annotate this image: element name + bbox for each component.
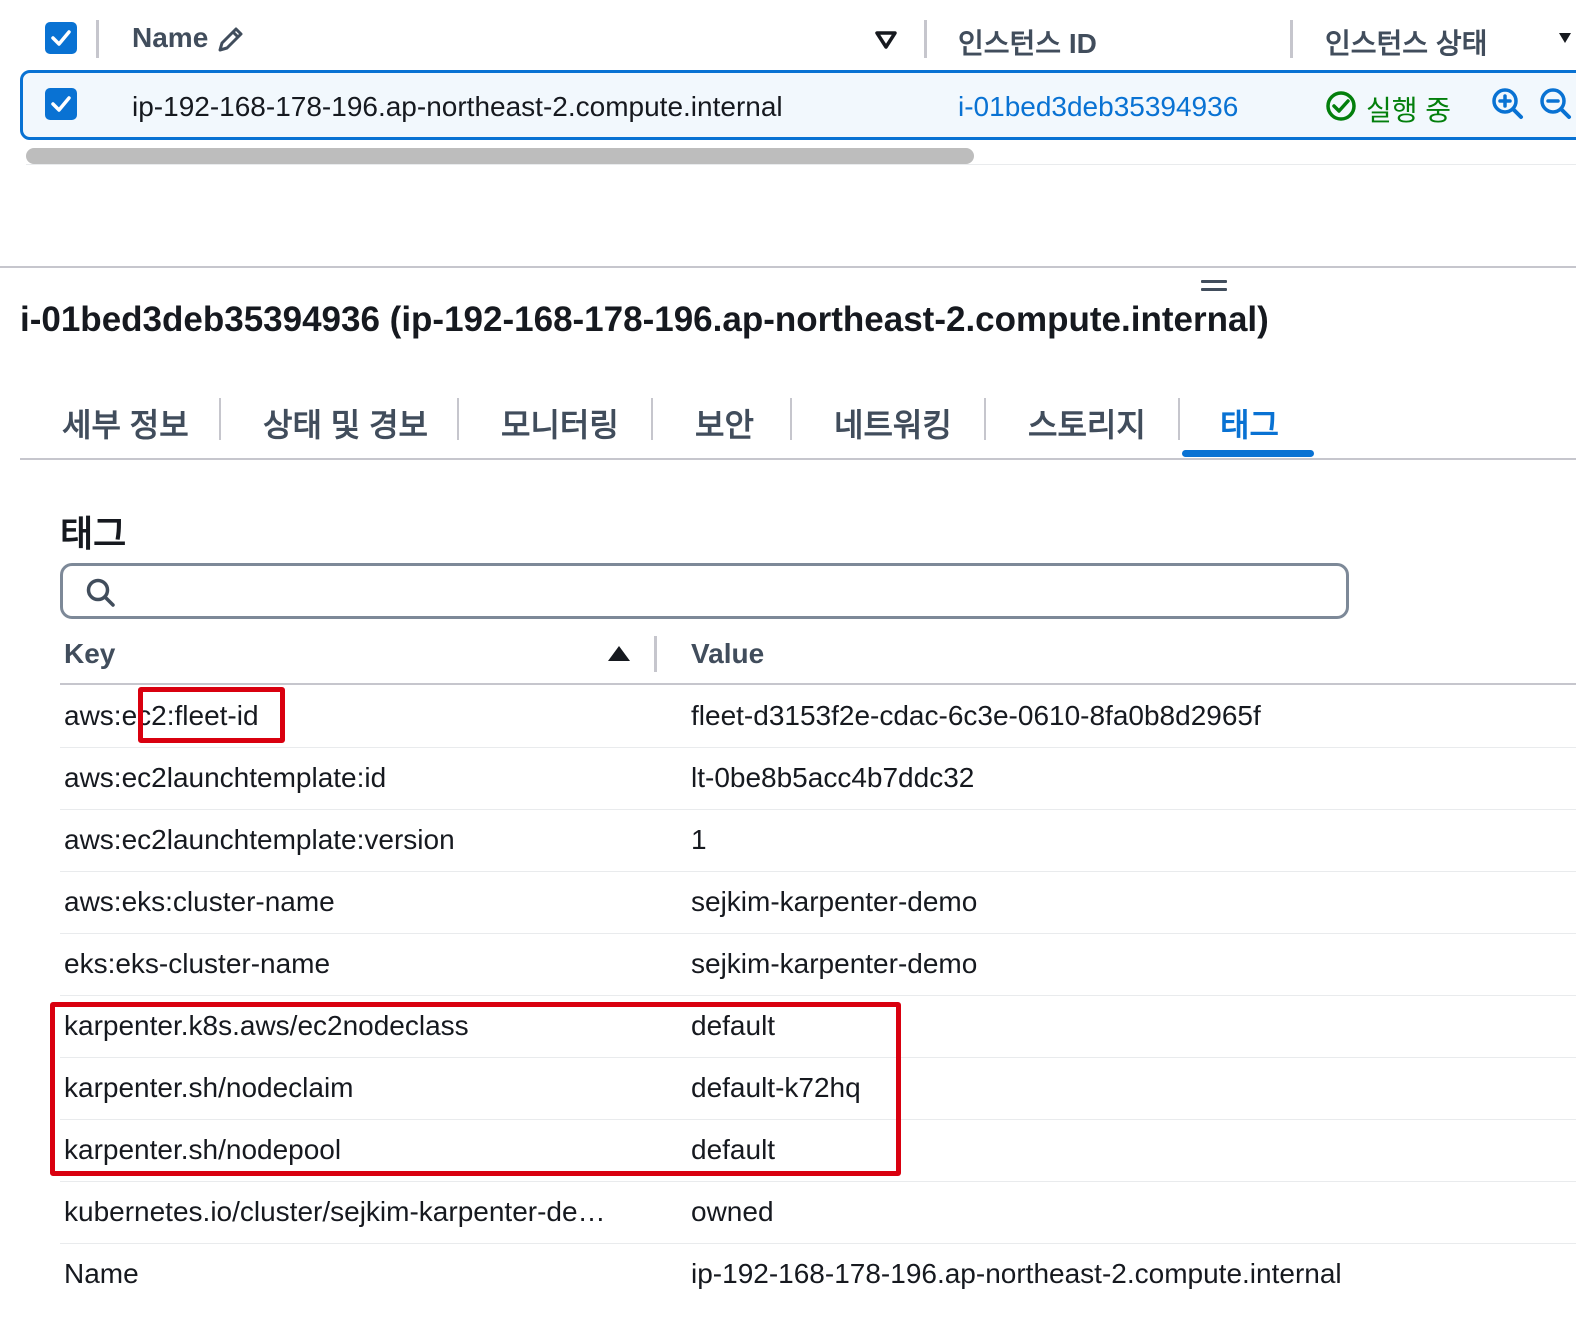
tag-value: lt-0be8b5acc4b7ddc32 <box>691 762 975 793</box>
table-row: kubernetes.io/cluster/sejkim-karpenter-d… <box>60 1182 1576 1244</box>
table-row: aws:ec2launchtemplate:version 1 <box>60 810 1576 872</box>
select-all-checkbox[interactable] <box>45 22 77 54</box>
instance-state-text: 실행 중 <box>1366 95 1452 126</box>
tab-divider <box>1178 398 1180 440</box>
zoom-out-icon[interactable] <box>1538 86 1574 122</box>
column-header-instance-id[interactable]: 인스턴스 ID <box>958 22 1097 62</box>
tag-value: fleet-d3153f2e-cdac-6c3e-0610-8fa0b8d296… <box>691 700 1261 731</box>
tags-search-input[interactable] <box>60 563 1349 619</box>
column-divider <box>1290 20 1293 58</box>
zoom-in-icon[interactable] <box>1490 86 1526 122</box>
table-row: aws:ec2:fleet-id fleet-d3153f2e-cdac-6c3… <box>60 686 1576 748</box>
tab-storage[interactable]: 스토리지 <box>1028 400 1146 446</box>
column-divider <box>654 636 657 672</box>
tag-value: sejkim-karpenter-demo <box>691 886 978 917</box>
table-row: aws:eks:cluster-name sejkim-karpenter-de… <box>60 872 1576 934</box>
instance-id-link[interactable]: i-01bed3deb35394936 <box>958 91 1238 123</box>
table-row: aws:ec2launchtemplate:id lt-0be8b5acc4b7… <box>60 748 1576 810</box>
tab-details[interactable]: 세부 정보 <box>62 400 189 446</box>
tab-security[interactable]: 보안 <box>695 400 754 446</box>
table-row: Name ip-192-168-178-196.ap-northeast-2.c… <box>60 1244 1576 1306</box>
instance-name-cell: ip-192-168-178-196.ap-northeast-2.comput… <box>132 91 783 122</box>
resize-handle-icon[interactable] <box>1201 280 1227 294</box>
instance-detail-title: i-01bed3deb35394936 (ip-192-168-178-196.… <box>20 300 1269 339</box>
sort-caret-icon[interactable] <box>1558 32 1572 44</box>
checkmark-icon <box>51 96 71 112</box>
tag-key: aws:eks:cluster-name <box>64 886 335 917</box>
tab-status-alarms[interactable]: 상태 및 경보 <box>263 400 428 446</box>
detail-tabs: 세부 정보 상태 및 경보 모니터링 보안 네트워킹 스토리지 태그 <box>20 380 1576 460</box>
status-success-icon <box>1326 91 1356 121</box>
tag-key: eks:eks-cluster-name <box>64 948 331 979</box>
column-header-instance-state[interactable]: 인스턴스 상태 <box>1325 22 1487 62</box>
tag-value: owned <box>691 1196 774 1227</box>
tab-divider <box>790 398 792 440</box>
table-row: eks:eks-cluster-name sejkim-karpenter-de… <box>60 934 1576 996</box>
sort-ascending-icon[interactable] <box>608 646 630 661</box>
row-checkbox[interactable] <box>45 88 77 120</box>
active-tab-indicator <box>1182 450 1314 457</box>
tab-divider <box>984 398 986 440</box>
tab-divider <box>219 398 221 440</box>
tab-networking[interactable]: 네트워킹 <box>834 400 952 446</box>
tag-key: aws:ec2launchtemplate:id <box>64 762 387 793</box>
column-header-key[interactable]: Key <box>64 638 115 670</box>
annotation-highlight-karpenter-tags <box>50 1002 901 1176</box>
tab-divider <box>457 398 459 440</box>
tag-value: sejkim-karpenter-demo <box>691 948 978 979</box>
edit-pencil-icon[interactable] <box>216 24 246 54</box>
tags-section-title: 태그 <box>60 513 127 554</box>
column-header-name[interactable]: Name <box>132 22 208 54</box>
tab-tags[interactable]: 태그 <box>1220 400 1279 446</box>
split-panel-divider <box>0 266 1576 268</box>
table-header-line <box>60 683 1576 685</box>
column-divider <box>924 20 927 58</box>
tag-key: aws:ec2launchtemplate:version <box>64 824 455 855</box>
horizontal-scrollbar-thumb[interactable] <box>26 148 974 164</box>
column-header-value[interactable]: Value <box>691 638 764 670</box>
tag-key: kubernetes.io/cluster/sejkim-karpenter-d… <box>64 1196 606 1227</box>
tag-key: Name <box>64 1258 139 1289</box>
tab-monitoring[interactable]: 모니터링 <box>501 400 619 446</box>
tab-divider <box>651 398 653 440</box>
filter-dropdown-icon[interactable] <box>874 30 898 50</box>
tag-value: 1 <box>691 824 707 855</box>
checkmark-icon <box>51 30 71 46</box>
annotation-highlight-fleet-id <box>138 687 285 743</box>
column-divider <box>96 20 99 58</box>
search-icon <box>86 578 115 607</box>
tag-value: ip-192-168-178-196.ap-northeast-2.comput… <box>691 1258 1342 1289</box>
